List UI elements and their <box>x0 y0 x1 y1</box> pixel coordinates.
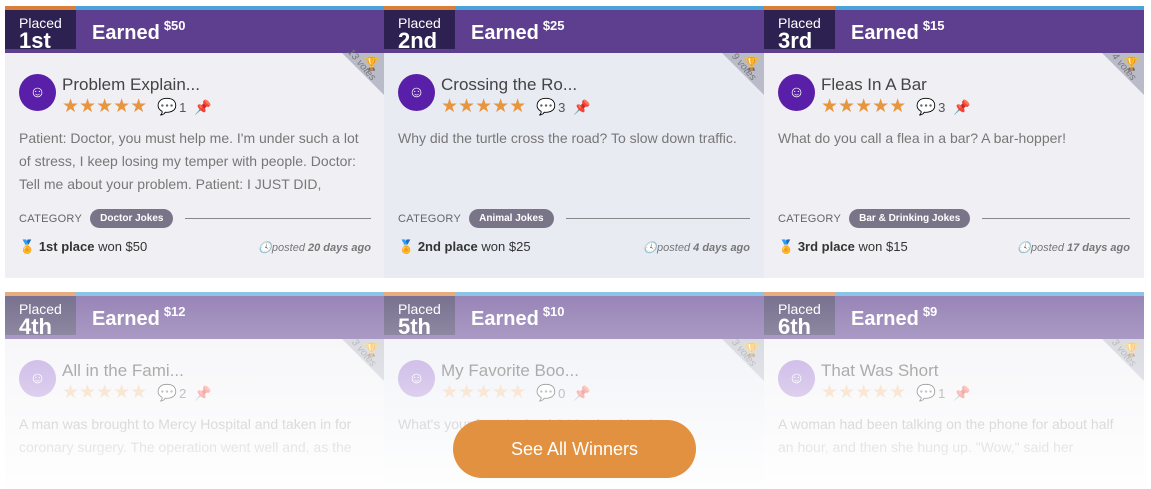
comments-count[interactable]: 💬 0 <box>536 383 565 403</box>
place-badge: Placed 6th <box>764 292 835 339</box>
comment-icon: 💬 <box>916 99 937 116</box>
earned-amount: Earned $10 <box>471 304 565 330</box>
comment-icon: 💬 <box>536 385 557 402</box>
place-number: 3rd <box>778 28 813 53</box>
place-badge: Placed 1st <box>5 6 76 53</box>
avatar[interactable]: ☺ <box>19 74 56 111</box>
place-number: 2nd <box>398 28 438 53</box>
rating-stars: ★★★★★ <box>441 382 527 403</box>
won-summary: 🏅 3rd place won $15 <box>778 239 908 254</box>
joke-title[interactable]: Crossing the Ro... <box>441 75 591 95</box>
comments-count[interactable]: 💬 1 <box>916 383 945 403</box>
divider <box>565 218 750 219</box>
place-badge: Placed 4th <box>5 292 76 339</box>
winner-card-1[interactable]: Placed 1st Earned $50 🏆 13 votes ☺ Proble… <box>5 6 384 278</box>
joke-text: A woman had been talking on the phone fo… <box>778 416 1114 455</box>
see-all-winners-button[interactable]: See All Winners <box>453 420 696 478</box>
posted-time: 🕓posted 4 days ago <box>643 241 750 254</box>
joke-title[interactable]: Problem Explain... <box>62 75 212 95</box>
place-number: 1st <box>19 28 51 53</box>
earned-amount: Earned $15 <box>851 18 945 44</box>
pin-icon[interactable]: 📌 <box>953 99 970 116</box>
category-pill[interactable]: Doctor Jokes <box>90 209 174 228</box>
avatar[interactable]: ☺ <box>398 74 435 111</box>
rating-stars: ★★★★★ <box>62 96 148 117</box>
earned-amount: Earned $25 <box>471 18 565 44</box>
winner-card-6[interactable]: Placed 6th Earned $9 🏆 3 votes ☺ That Was… <box>764 292 1144 489</box>
joke-text: Patient: Doctor, you must help me. I'm u… <box>19 130 359 192</box>
earned-amount: Earned $9 <box>851 304 938 330</box>
card-header: Placed 5th Earned $10 <box>384 292 764 339</box>
joke-text: Why did the turtle cross the road? To sl… <box>398 130 737 146</box>
joke-text: What do you call a flea in a bar? A bar-… <box>778 130 1066 146</box>
pin-icon[interactable]: 📌 <box>573 99 590 116</box>
divider <box>982 218 1130 219</box>
joke-title[interactable]: My Favorite Boo... <box>441 361 591 381</box>
comments-count[interactable]: 💬 1 <box>157 97 186 117</box>
card-header: Placed 6th Earned $9 <box>764 292 1144 339</box>
joke-title[interactable]: That Was Short <box>821 361 971 381</box>
comment-icon: 💬 <box>916 385 937 402</box>
pin-icon[interactable]: 📌 <box>194 385 211 402</box>
card-header: Placed 1st Earned $50 <box>5 6 384 53</box>
category-label: CATEGORY <box>398 212 462 225</box>
category-label: CATEGORY <box>19 212 83 225</box>
avatar[interactable]: ☺ <box>778 74 815 111</box>
card-header: Placed 4th Earned $12 <box>5 292 384 339</box>
place-number: 5th <box>398 314 431 339</box>
earned-amount: Earned $12 <box>92 304 186 330</box>
avatar[interactable]: ☺ <box>778 360 815 397</box>
avatar[interactable]: ☺ <box>19 360 56 397</box>
card-header: Placed 3rd Earned $15 <box>764 6 1144 53</box>
winners-grid: Placed 1st Earned $50 🏆 13 votes ☺ Proble… <box>5 6 1144 489</box>
comment-icon: 💬 <box>157 385 178 402</box>
posted-time: 🕓posted 20 days ago <box>258 241 371 254</box>
earned-amount: Earned $50 <box>92 18 186 44</box>
category-pill[interactable]: Animal Jokes <box>469 209 554 228</box>
card-header: Placed 2nd Earned $25 <box>384 6 764 53</box>
place-badge: Placed 2nd <box>384 6 455 53</box>
comment-icon: 💬 <box>157 99 178 116</box>
winner-card-3[interactable]: Placed 3rd Earned $15 🏆 4 votes ☺ Fleas I… <box>764 6 1144 278</box>
joke-title[interactable]: Fleas In A Bar <box>821 75 971 95</box>
comments-count[interactable]: 💬 3 <box>916 97 945 117</box>
pin-icon[interactable]: 📌 <box>573 385 590 402</box>
place-badge: Placed 5th <box>384 292 455 339</box>
won-summary: 🏅 1st place won $50 <box>19 239 148 254</box>
place-number: 4th <box>19 314 52 339</box>
won-summary: 🏅 2nd place won $25 <box>398 239 531 254</box>
comments-count[interactable]: 💬 2 <box>157 383 186 403</box>
winner-card-2[interactable]: Placed 2nd Earned $25 🏆 9 votes ☺ Crossin… <box>384 6 764 278</box>
pin-icon[interactable]: 📌 <box>194 99 211 116</box>
pin-icon[interactable]: 📌 <box>953 385 970 402</box>
joke-title[interactable]: All in the Fami... <box>62 361 212 381</box>
comments-count[interactable]: 💬 3 <box>536 97 565 117</box>
comment-icon: 💬 <box>536 99 557 116</box>
rating-stars: ★★★★★ <box>62 382 148 403</box>
category-label: CATEGORY <box>778 212 842 225</box>
joke-text: A man was brought to Mercy Hospital and … <box>19 416 352 455</box>
place-badge: Placed 3rd <box>764 6 835 53</box>
rating-stars: ★★★★★ <box>821 96 907 117</box>
rating-stars: ★★★★★ <box>821 382 907 403</box>
divider <box>185 218 371 219</box>
rating-stars: ★★★★★ <box>441 96 527 117</box>
category-pill[interactable]: Bar & Drinking Jokes <box>849 209 971 228</box>
winner-card-4[interactable]: Placed 4th Earned $12 🏆 3 votes ☺ All in … <box>5 292 384 489</box>
place-number: 6th <box>778 314 811 339</box>
posted-time: 🕓posted 17 days ago <box>1017 241 1130 254</box>
avatar[interactable]: ☺ <box>398 360 435 397</box>
